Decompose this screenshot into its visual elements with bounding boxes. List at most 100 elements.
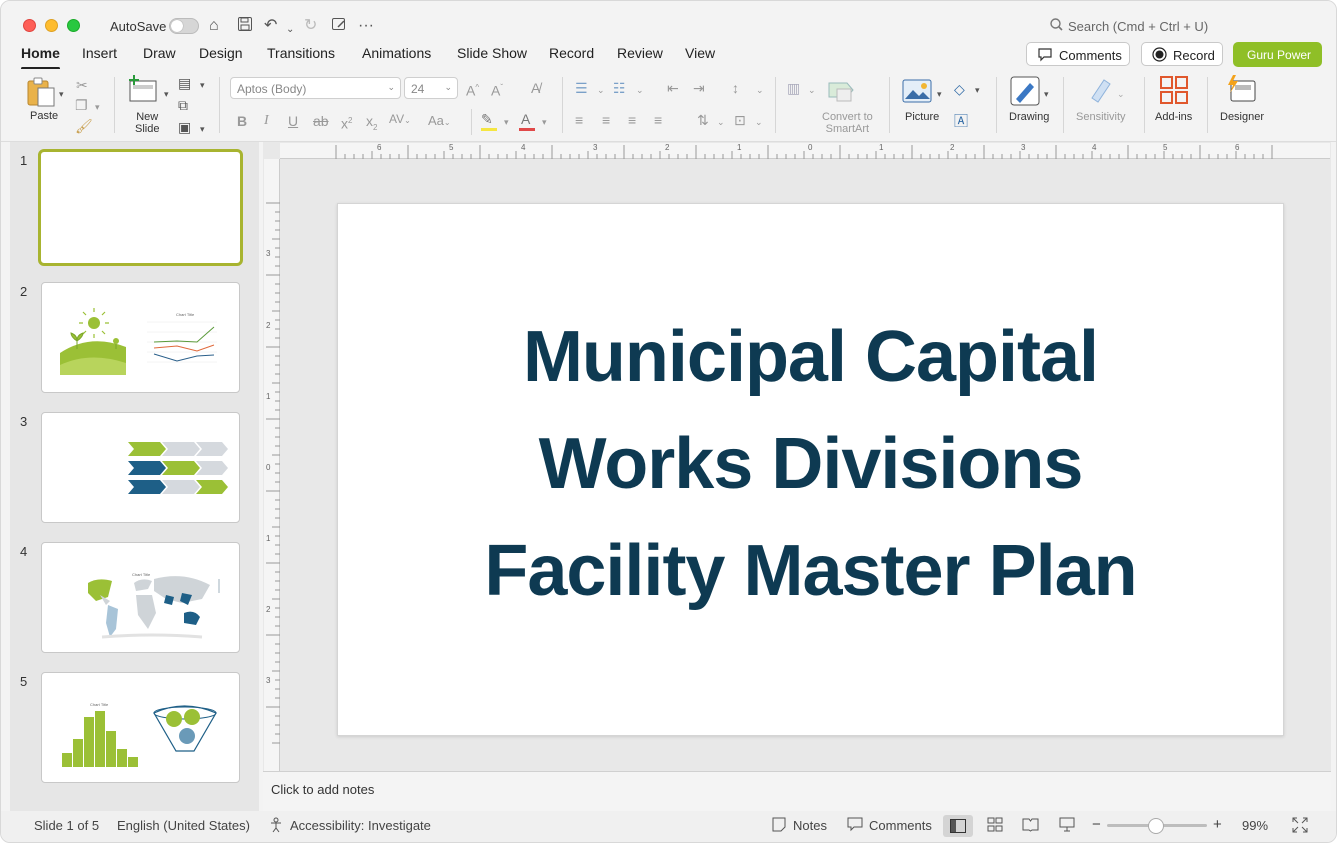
text-direction-icon[interactable]: ⇅ (697, 112, 709, 128)
minimize-window-button[interactable] (45, 19, 58, 32)
section-icon[interactable]: ▣ (178, 119, 191, 135)
home-icon[interactable]: ⌂ (209, 16, 219, 36)
slide-thumbnail-2[interactable]: Chart Title (41, 282, 240, 393)
change-case-icon[interactable]: Aa⌄ (428, 113, 451, 131)
section-dropdown-icon[interactable]: ▾ (200, 121, 205, 137)
drawing-icon[interactable] (1010, 76, 1040, 111)
align-text-icon[interactable]: ⊡ (734, 112, 746, 128)
decrease-indent-icon[interactable]: ⇤ (667, 80, 679, 96)
undo-dropdown-icon[interactable]: ⌄ (286, 20, 294, 40)
slide-thumbnail-5[interactable]: Chart Title (41, 672, 240, 783)
close-window-button[interactable] (23, 19, 36, 32)
text-direction-dropdown-icon[interactable]: ⌄ (717, 114, 725, 130)
numbering-icon[interactable]: ☷ (613, 80, 626, 96)
align-left-icon[interactable]: ≡ (575, 112, 583, 128)
picture-icon[interactable] (902, 79, 932, 108)
picture-dropdown-icon[interactable]: ▾ (937, 86, 942, 102)
zoom-level[interactable]: 99% (1242, 818, 1268, 833)
tab-view[interactable]: View (685, 45, 715, 61)
font-name-select[interactable]: Aptos (Body) ⌄ (230, 77, 401, 99)
increase-font-size-icon[interactable]: A^ (466, 80, 479, 99)
slide-title-line-3[interactable]: Facility Master Plan (338, 530, 1283, 612)
paste-dropdown-icon[interactable]: ▾ (59, 86, 64, 102)
more-icon[interactable]: ··· (358, 16, 374, 36)
superscript-icon[interactable]: x2 (341, 113, 352, 132)
bullets-icon[interactable]: ☰ (575, 80, 588, 96)
undo-icon[interactable]: ↶ (264, 16, 277, 36)
zoom-slider-handle[interactable] (1148, 818, 1164, 834)
decrease-font-size-icon[interactable]: Aˇ (491, 80, 503, 99)
columns-dropdown-icon[interactable]: ⌄ (808, 82, 816, 98)
autosave-toggle[interactable] (169, 18, 199, 34)
line-spacing-icon[interactable]: ↕ (732, 80, 739, 96)
layout-dropdown-icon[interactable]: ▾ (200, 77, 205, 93)
numbering-dropdown-icon[interactable]: ⌄ (636, 82, 644, 98)
tab-design[interactable]: Design (199, 45, 243, 61)
new-slide-icon[interactable] (127, 75, 159, 108)
slide-title-line-2[interactable]: Works Divisions (338, 423, 1283, 505)
line-spacing-dropdown-icon[interactable]: ⌄ (756, 82, 764, 98)
font-color-icon[interactable]: A (521, 111, 530, 127)
text-box-icon[interactable]: 🄰 (954, 113, 968, 129)
guru-power-button[interactable]: Guru Power (1233, 42, 1322, 67)
copy-icon[interactable]: ❐ (75, 97, 88, 113)
align-right-icon[interactable]: ≡ (628, 112, 636, 128)
copy-dropdown-icon[interactable]: ▾ (95, 99, 100, 115)
designer-icon[interactable] (1225, 75, 1257, 110)
tab-slide-show[interactable]: Slide Show (457, 45, 527, 61)
highlight-icon[interactable]: ✎ (481, 111, 493, 127)
highlight-dropdown-icon[interactable]: ▾ (504, 114, 509, 130)
format-painter-icon[interactable]: 🖌 (75, 118, 93, 134)
slide-sorter-icon[interactable] (987, 817, 1003, 835)
customize-icon[interactable] (331, 16, 347, 38)
record-button[interactable]: Record (1141, 42, 1223, 66)
character-spacing-icon[interactable]: AV⌄ (389, 111, 411, 129)
bold-icon[interactable]: B (237, 113, 247, 129)
sensitivity-icon[interactable] (1086, 76, 1114, 109)
notes-icon[interactable] (772, 817, 786, 835)
tab-record[interactable]: Record (549, 45, 594, 61)
clear-formatting-icon[interactable]: A̸ (531, 80, 540, 96)
font-color-dropdown-icon[interactable]: ▾ (542, 114, 547, 130)
reading-view-icon[interactable] (1022, 817, 1039, 835)
tab-transitions[interactable]: Transitions (267, 45, 335, 61)
cut-icon[interactable]: ✂ (76, 77, 88, 93)
slide-title-line-1[interactable]: Municipal Capital (338, 316, 1283, 398)
sensitivity-dropdown-icon[interactable]: ⌄ (1117, 86, 1125, 102)
drawing-dropdown-icon[interactable]: ▾ (1044, 86, 1049, 102)
slide-thumbnail-3[interactable] (41, 412, 240, 523)
slideshow-view-icon[interactable] (1059, 817, 1075, 835)
columns-icon[interactable]: ▥ (787, 80, 800, 96)
addins-icon[interactable] (1160, 76, 1188, 109)
shapes-dropdown-icon[interactable]: ▾ (975, 82, 980, 98)
zoom-in-button[interactable]: + (1213, 816, 1222, 833)
accessibility-icon[interactable] (269, 817, 284, 836)
increase-indent-icon[interactable]: ⇥ (693, 80, 705, 96)
current-slide[interactable]: Municipal Capital Works Divisions Facili… (337, 203, 1284, 736)
smartart-icon[interactable] (827, 77, 857, 108)
language-status[interactable]: English (United States) (117, 818, 250, 833)
font-size-select[interactable]: 24 ⌄ (404, 77, 458, 99)
tab-animations[interactable]: Animations (362, 45, 431, 61)
notes-toggle[interactable]: Notes (793, 818, 827, 833)
redo-icon[interactable]: ↻ (304, 16, 317, 36)
justify-icon[interactable]: ≡ (654, 112, 662, 128)
tab-home[interactable]: Home (21, 45, 60, 70)
comments-icon[interactable] (847, 817, 863, 835)
slide-thumbnail-1[interactable] (38, 149, 243, 266)
shapes-icon[interactable]: ◇ (954, 81, 965, 97)
tab-review[interactable]: Review (617, 45, 663, 61)
search-input[interactable]: Search (Cmd + Ctrl + U) (1068, 19, 1208, 34)
zoom-window-button[interactable] (67, 19, 80, 32)
subscript-icon[interactable]: x2 (366, 113, 377, 136)
tab-draw[interactable]: Draw (143, 45, 176, 61)
comments-toggle[interactable]: Comments (869, 818, 932, 833)
fit-to-window-icon[interactable] (1292, 817, 1308, 836)
paste-icon[interactable] (25, 76, 57, 113)
strikethrough-icon[interactable]: ab (313, 113, 329, 129)
align-center-icon[interactable]: ≡ (602, 112, 610, 128)
underline-icon[interactable]: U (288, 113, 298, 129)
normal-view-button[interactable] (943, 815, 973, 837)
reset-icon[interactable]: ⧉ (178, 97, 188, 113)
zoom-out-button[interactable]: − (1092, 816, 1101, 833)
